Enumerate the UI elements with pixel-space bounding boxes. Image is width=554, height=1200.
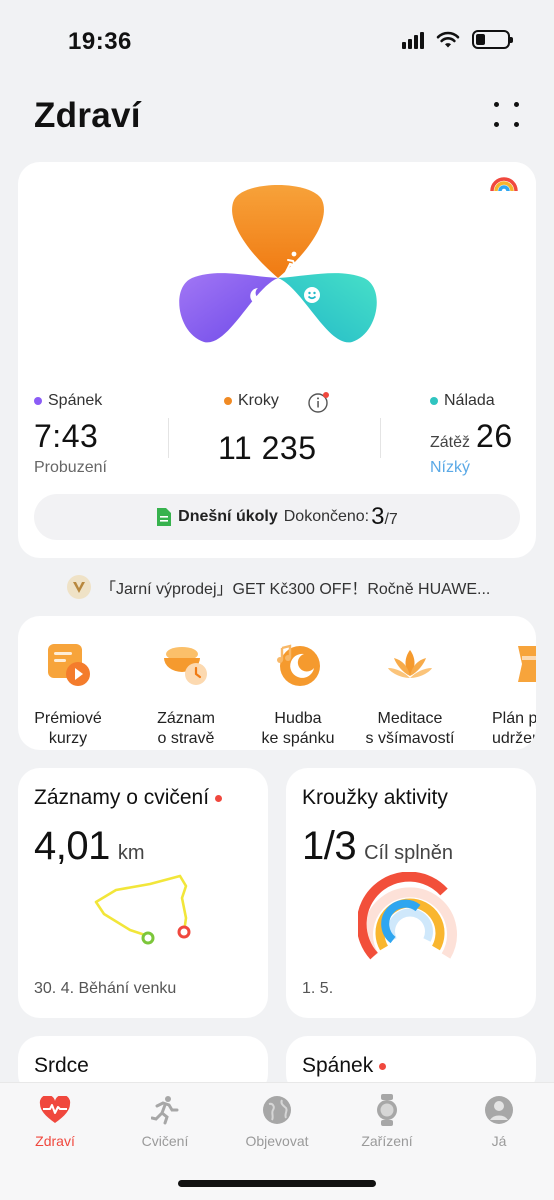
heart-pulse-icon [38, 1093, 72, 1127]
health-summary-card[interactable]: Spánek 7:43 Probuzení Kroky 11 235 Nálad… [18, 162, 536, 558]
meal-log-icon [164, 647, 207, 685]
tasks-done-label: Dokončeno: [283, 508, 370, 525]
shortcut-label: kurzy [48, 730, 88, 747]
grid-dots-icon[interactable] [494, 102, 522, 130]
activity-footer: 1. 5. [302, 980, 334, 997]
activity-rings-icon [358, 872, 457, 960]
steps-value: 11 235 [218, 430, 317, 466]
shortcut-body-plan[interactable]: Plán p udržení [468, 636, 536, 749]
watch-icon [370, 1093, 404, 1127]
tasks-total: /7 [384, 511, 398, 528]
mood-metric[interactable]: Nálada Zátěž 26 Nízký [430, 392, 530, 477]
shortcut-label: Hudba [274, 710, 322, 727]
shortcut-label: udržení [492, 730, 536, 747]
heart-title: Srdce [34, 1054, 89, 1077]
shortcut-label: o stravě [157, 730, 215, 747]
divider [380, 418, 381, 458]
tab-health[interactable]: Zdraví [0, 1093, 110, 1149]
promo-text: 「Jarní výprodej」GET Kč300 OFF！Ročně HUAW… [100, 581, 491, 598]
tab-exercise[interactable]: Cvičení [110, 1093, 220, 1149]
mood-petal [278, 273, 377, 343]
exercise-title: Záznamy o cvičení [34, 786, 210, 809]
shortcut-meditation[interactable]: Meditace s všímavostí [352, 636, 468, 749]
shortcut-sleep-music[interactable]: Hudba ke spánku [240, 636, 356, 749]
mood-label: Nálada [444, 392, 495, 409]
cellular-signal-icon [402, 31, 424, 49]
wifi-icon [436, 31, 460, 47]
vip-badge-icon [67, 575, 91, 599]
shortcut-label: Záznam [157, 710, 215, 727]
divider [168, 418, 169, 458]
shortcut-label: ke spánku [261, 730, 335, 747]
shortcut-label: Plán p [492, 710, 536, 727]
shortcut-label: s všímavostí [365, 730, 455, 747]
health-petals-chart[interactable] [168, 178, 388, 378]
new-indicator [215, 794, 223, 802]
tab-me[interactable]: Já [444, 1093, 554, 1149]
rainbow-badge-icon[interactable] [472, 162, 536, 200]
lotus-icon [388, 650, 432, 678]
document-icon [157, 508, 172, 526]
smile-icon [304, 287, 320, 303]
shortcut-label: Prémiové [34, 710, 102, 727]
stress-value: 26 [476, 418, 513, 454]
shortcuts-card: Prémiové kurzy Záznam o stravě Hudba ke … [18, 616, 536, 750]
daily-tasks-bar[interactable]: Dnešní úkoly Dokončeno: 3/7 [34, 494, 520, 540]
tasks-done-count: 3 [371, 503, 385, 530]
globe-icon [260, 1093, 294, 1127]
page-title: Zdraví [34, 96, 141, 135]
sleep-value: 7:43 [34, 418, 99, 454]
route-map-icon [94, 874, 191, 945]
shortcut-premium-courses[interactable]: Prémiové kurzy [18, 636, 126, 749]
activity-goals: 1/3 [302, 824, 357, 868]
sleep-sub: Probuzení [34, 459, 107, 476]
home-indicator [178, 1180, 376, 1187]
tab-label: Cvičení [141, 1133, 189, 1149]
steps-petal [232, 185, 324, 278]
exercise-footer: 30. 4. Běhání venku [34, 980, 177, 997]
tab-label: Zařízení [361, 1133, 413, 1149]
stress-level: Nízký [430, 459, 470, 476]
sleep-petal [179, 273, 278, 343]
shortcut-meal-log[interactable]: Záznam o stravě [128, 636, 244, 749]
steps-label: Kroky [238, 392, 279, 409]
activity-title: Kroužky aktivity [302, 786, 448, 809]
promo-banner[interactable]: 「Jarní výprodej」GET Kč300 OFF！Ročně HUAW… [100, 572, 530, 602]
video-course-icon [48, 644, 90, 686]
tab-devices[interactable]: Zařízení [332, 1093, 442, 1149]
sleep-dot [34, 397, 42, 405]
exercise-records-card[interactable]: Záznamy o cvičení 4,01 km 30. 4. Běhání … [18, 768, 268, 1018]
battery-icon [472, 30, 513, 49]
activity-rings-card[interactable]: Kroužky aktivity 1/3 Cíl splněn 1. 5. [286, 768, 536, 1018]
profile-icon [482, 1093, 516, 1127]
shortcut-label: Meditace [377, 710, 443, 727]
tab-label: Objevovat [245, 1133, 309, 1149]
sleep-metric[interactable]: Spánek 7:43 Probuzení [34, 392, 107, 477]
sleep-music-icon [277, 644, 320, 686]
status-time: 19:36 [68, 28, 132, 55]
body-plan-icon [518, 646, 536, 682]
new-indicator [379, 1062, 387, 1070]
steps-dot [224, 397, 232, 405]
status-icons [402, 30, 513, 49]
running-icon [148, 1093, 182, 1127]
info-icon[interactable] [308, 392, 330, 414]
tab-label: Já [491, 1133, 507, 1149]
daily-tasks-label: Dnešní úkoly [178, 508, 278, 525]
sleep-label: Spánek [48, 392, 103, 409]
exercise-unit: km [117, 842, 145, 864]
mood-dot [430, 397, 438, 405]
status-bar: 19:36 [0, 0, 554, 84]
activity-goal-label: Cíl splněn [364, 842, 454, 864]
stress-label: Zátěž [430, 434, 471, 451]
sleep-tile-title: Spánek [302, 1054, 374, 1077]
tab-label: Zdraví [35, 1133, 75, 1149]
tab-discover[interactable]: Objevovat [222, 1093, 332, 1149]
exercise-distance: 4,01 [34, 824, 110, 868]
